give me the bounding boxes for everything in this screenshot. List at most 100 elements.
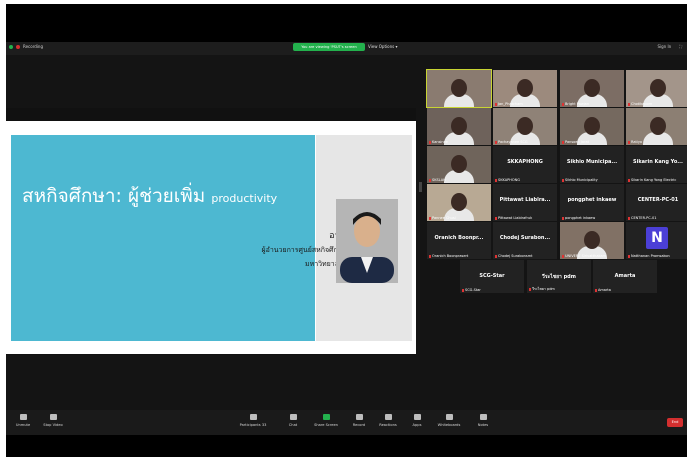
stop-video-button[interactable]: Stop Video (38, 414, 68, 427)
notes-icon (479, 414, 487, 420)
participant-name-label: Pittawat Liablrafruk (495, 216, 532, 220)
slide-title: สหกิจศึกษา: ผู้ช่วยเพิ่ม productivity (22, 181, 277, 211)
participant-video-head (451, 79, 467, 97)
view-options-button[interactable]: View Options ▾ (368, 43, 398, 51)
participant-tile[interactable]: Kansinee (427, 108, 491, 145)
participant-display-name: SCG-Star (479, 273, 505, 279)
apps-button[interactable]: Apps (402, 414, 432, 427)
recording-label: Recording (23, 44, 44, 49)
unmute-label: Unmute (15, 423, 31, 427)
zoom-window: Recording You are viewing 'PSUT's screen… (6, 4, 687, 457)
participant-video-head (650, 79, 666, 97)
participant-tile[interactable]: SCG-Star SCG-Star (460, 260, 524, 293)
participant-name-label: Sikarin Kang Yong Electric (628, 178, 676, 182)
record-dot-icon (16, 44, 20, 49)
participant-name-label: Chodej Surabonsmt (495, 254, 532, 258)
participant-video-head (517, 79, 533, 97)
participant-tile[interactable]: Bright Pawjan (560, 70, 624, 107)
participant-tile[interactable]: SKSLAH (427, 146, 491, 183)
participant-name-label: Oranich Boonprasert (429, 254, 468, 258)
participant-tile[interactable]: Sikarin Kang Yo... Sikarin Kang Yong Elec… (626, 146, 687, 183)
camera-icon (49, 414, 57, 420)
participant-name-label: Pannee Chusi (429, 216, 456, 220)
participant-display-name: วีระไชยา pdm (542, 274, 576, 280)
participant-video-head (650, 117, 666, 135)
participant-video-head (451, 117, 467, 135)
chat-button[interactable]: Chat (278, 414, 308, 427)
participant-name-label: Natthanan Promsakon (628, 254, 670, 258)
participant-display-name: Chodej Surabon... (499, 235, 551, 241)
participant-tile[interactable]: Amarta Amarta (593, 260, 657, 293)
participant-display-name: Oranich Boonpr... (434, 235, 484, 241)
participant-tile[interactable]: CENTER-PC-01 CENTER-PC-01 (626, 184, 687, 221)
participant-video-head (451, 155, 467, 173)
participant-name-label: Sikhio Municipality (562, 178, 598, 182)
record-button[interactable]: Record (344, 414, 374, 427)
notes-button[interactable]: Notes (468, 414, 498, 427)
stop-video-label: Stop Video (43, 423, 63, 427)
meeting-toolbar: Unmute Stop Video Participants 33 Chat S… (6, 410, 687, 435)
chevron-down-icon: ▾ (395, 44, 398, 49)
participant-tile[interactable]: Chodej Surabon... Chodej Surabonsmt (493, 222, 557, 259)
participant-tile[interactable]: Pannee Chusi (427, 184, 491, 221)
participant-tile[interactable]: pongphet inkaew pongphet inkaew (560, 184, 624, 221)
participant-tile[interactable]: Pansoeit Jarat (560, 108, 624, 145)
record-icon (355, 414, 363, 420)
participant-name-label: Pansoeit Jarat (562, 140, 589, 144)
participant-name-label: UNIVERE Sirivatthakarn (562, 254, 606, 258)
participant-name-label: SKKAPHONG (495, 178, 520, 182)
view-options-label: View Options (368, 44, 395, 49)
participant-name-label: pongphet inkaew (562, 216, 595, 220)
gallery-resize-handle[interactable] (419, 182, 422, 192)
participant-name-label: Bright Pawjan (562, 102, 589, 106)
participant-tile[interactable]: Oranich Boonpr... Oranich Boonprasert (427, 222, 491, 259)
participant-video-head (451, 193, 467, 211)
participant-name-label: Kansinee (429, 140, 448, 144)
apps-icon (413, 414, 421, 420)
participants-button[interactable]: Participants 33 (238, 414, 268, 427)
whiteboard-icon (445, 414, 453, 420)
participant-avatar: N (646, 227, 668, 249)
participant-display-name: pongphet inkaew (567, 197, 617, 203)
participant-tile[interactable]: Jan_Phatcham (493, 70, 557, 107)
participants-count: 33 (261, 423, 267, 427)
participant-name-label: Jan_Phatcham (495, 102, 523, 106)
slide-title-en: productivity (211, 192, 278, 205)
unmute-button[interactable]: Unmute (8, 414, 38, 427)
participant-tile[interactable]: UNIVERE Sirivatthakarn (560, 222, 624, 259)
participant-tile[interactable]: Ratiya (626, 108, 687, 145)
participants-icon (249, 414, 257, 420)
shield-icon (9, 44, 13, 49)
share-screen-label: Share Screen (314, 423, 338, 427)
notes-label: Notes (477, 423, 489, 427)
participant-tile[interactable] (426, 69, 492, 108)
share-screen-icon (322, 414, 330, 420)
participant-name-label: SCG-Star (462, 288, 481, 292)
recording-indicator[interactable]: Recording (9, 44, 43, 49)
share-screen-button[interactable]: Share Screen (311, 414, 341, 427)
chat-icon (289, 414, 297, 420)
shared-screen: สหกิจศึกษา: ผู้ช่วยเพิ่ม productivity อา… (6, 108, 416, 355)
participant-video-head (584, 231, 600, 249)
participant-tile[interactable]: วีระไชยา pdm วีระไชยา pdm (527, 260, 591, 293)
participant-tile[interactable]: Pachayanee SCG (493, 108, 557, 145)
participant-name-label: Ratiya (628, 140, 642, 144)
participant-name-label: วีระไชยา pdm (529, 286, 555, 292)
participants-label: Participants (239, 423, 261, 427)
participant-display-name: Pittawat Liablra... (499, 197, 551, 203)
participant-display-name: Sikhio Municipa... (566, 159, 618, 165)
participant-tile[interactable]: Pittawat Liablra... Pittawat Liablrafruk (493, 184, 557, 221)
end-meeting-button[interactable]: End (667, 418, 683, 427)
participant-tile[interactable]: Chotikaporn (626, 70, 687, 107)
sharing-notice: You are viewing 'PSUT's screen (293, 43, 365, 51)
reactions-button[interactable]: Reactions (373, 414, 403, 427)
participant-tile[interactable]: N Natthanan Promsakon (626, 222, 687, 259)
whiteboards-button[interactable]: Whiteboards (434, 414, 464, 427)
participant-tile[interactable]: SKKAPHONG SKKAPHONG (493, 146, 557, 183)
participant-video-head (584, 117, 600, 135)
apps-label: Apps (412, 423, 422, 427)
sign-in-button[interactable]: Sign In (657, 43, 671, 51)
participant-tile[interactable]: Sikhio Municipa... Sikhio Municipality (560, 146, 624, 183)
fullscreen-icon[interactable]: ⛶ (679, 43, 682, 51)
participant-display-name: CENTER-PC-01 (637, 197, 679, 203)
